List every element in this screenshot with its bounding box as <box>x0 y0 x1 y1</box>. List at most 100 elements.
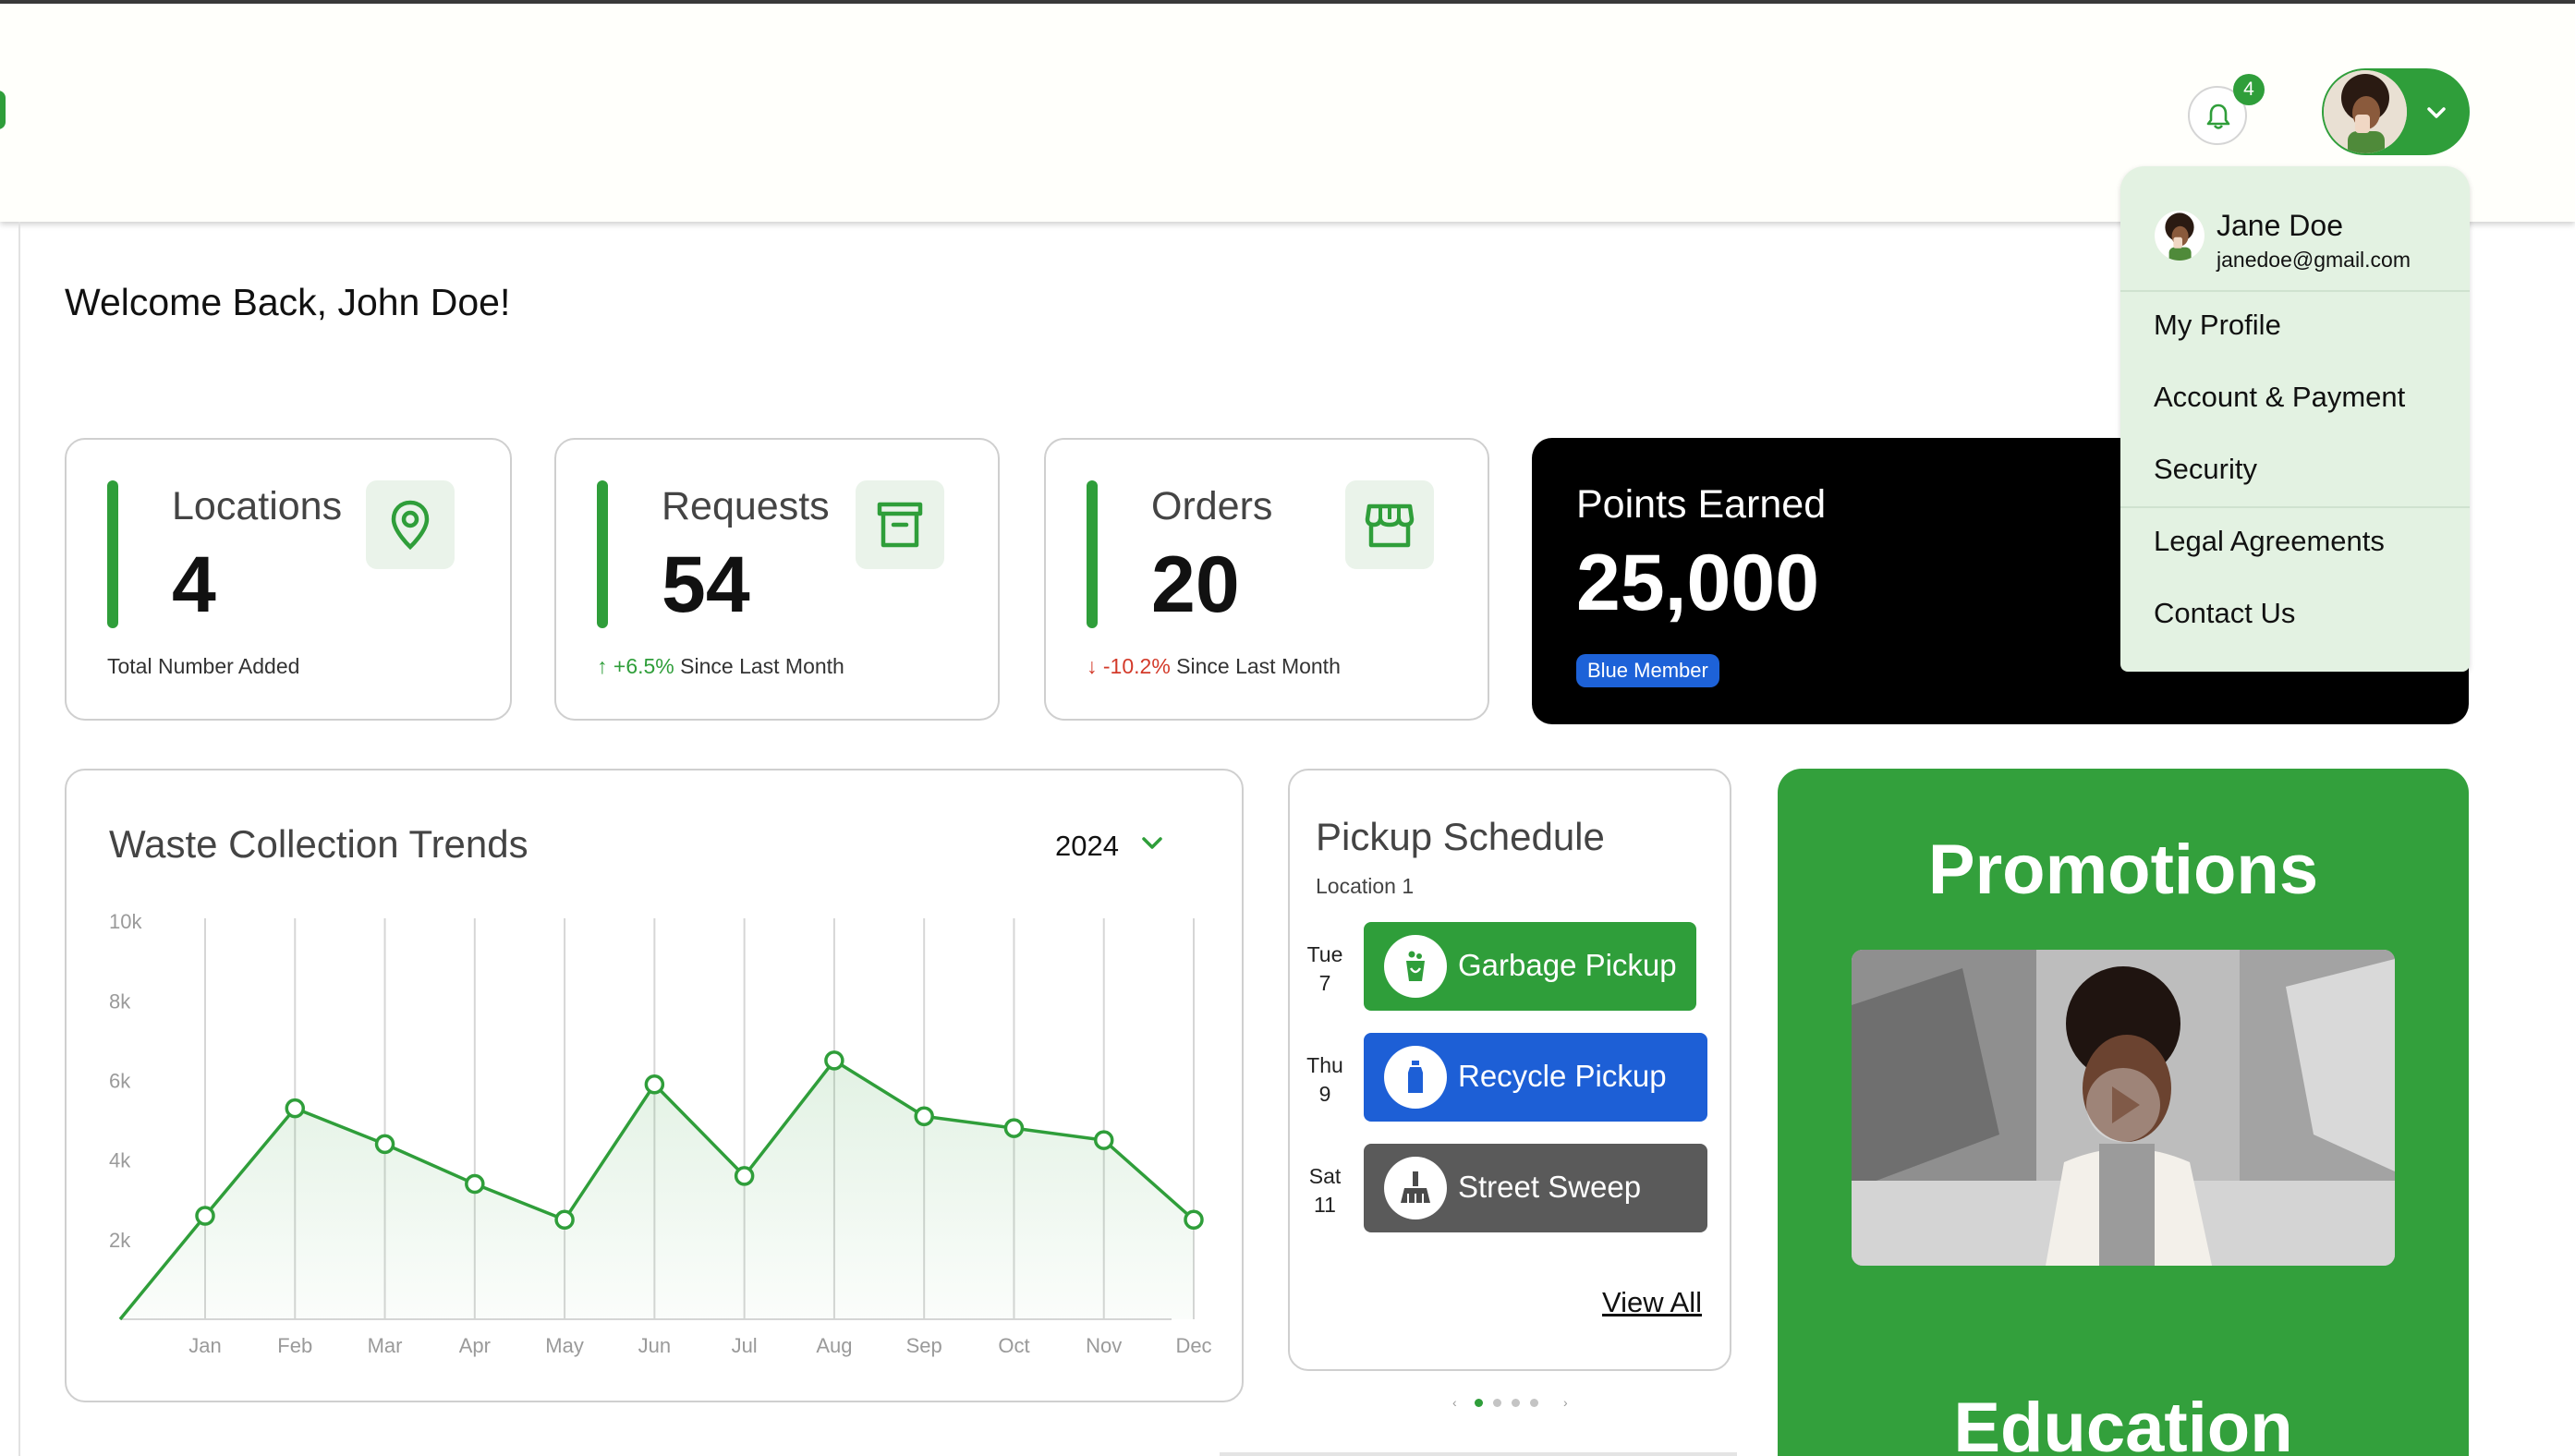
y-tick-label: 6k <box>109 1069 131 1092</box>
schedule-date: Sat 11 <box>1308 1164 1342 1217</box>
data-point <box>1184 1209 1204 1231</box>
x-tick-label: Apr <box>459 1334 491 1357</box>
change-label: Since Last Month <box>680 654 844 678</box>
y-tick-label: 2k <box>109 1229 131 1252</box>
x-tick-label: Jul <box>732 1334 758 1357</box>
menu-item-account-payment[interactable]: Account & Payment <box>2154 381 2405 414</box>
street-sweep-button[interactable]: Street Sweep <box>1364 1144 1707 1232</box>
garbage-pickup-button[interactable]: Garbage Pickup <box>1364 922 1696 1011</box>
data-point <box>1003 1118 1025 1138</box>
view-all-link[interactable]: View All <box>1602 1286 1702 1319</box>
schedule-item-label: Street Sweep <box>1458 1170 1642 1204</box>
x-tick-label: Jan <box>188 1334 221 1357</box>
data-point <box>914 1106 934 1126</box>
education-title: Education <box>1953 1389 2293 1456</box>
pickup-schedule-card: Pickup Schedule Location 1 Tue 7 Garbage … <box>1288 769 1731 1371</box>
locations-card[interactable]: Locations 4 Total Number Added <box>65 438 512 721</box>
card-accent-bar <box>1087 480 1098 628</box>
carousel-dot[interactable] <box>1493 1399 1501 1407</box>
sidebar-divider <box>18 222 20 1456</box>
data-point <box>285 1098 306 1119</box>
orders-card[interactable]: Orders 20 ↓ -10.2% Since Last Month <box>1044 438 1489 721</box>
x-tick-label: May <box>545 1334 584 1357</box>
y-tick-label: 8k <box>109 989 131 1013</box>
waste-trends-card: Waste Collection Trends 2024 2k 4k 6k 8k 10k… <box>65 769 1244 1402</box>
card-footer: ↓ -10.2% Since Last Month <box>1087 654 1341 679</box>
recycle-pickup-button[interactable]: Recycle Pickup <box>1364 1033 1707 1122</box>
chevron-down-icon <box>2427 107 2446 118</box>
garbage-bin-icon <box>1384 935 1447 998</box>
waste-trends-chart: 2k 4k 6k 8k 10k Jan Feb Mar Apr May Jun Jul Aug Sep Oc… <box>109 910 1212 1357</box>
schedule-item-label: Garbage Pickup <box>1458 948 1677 982</box>
x-tick-label: Oct <box>998 1334 1029 1357</box>
data-point <box>734 1166 755 1186</box>
data-point <box>195 1206 215 1226</box>
card-title: Points Earned <box>1576 482 1827 527</box>
card-title: Locations <box>172 484 343 528</box>
arrow-up-icon: ↑ <box>597 654 608 678</box>
data-point <box>644 1074 665 1095</box>
card-footer: Total Number Added <box>107 654 300 678</box>
y-tick-label: 4k <box>109 1149 131 1172</box>
x-tick-label: Feb <box>277 1334 312 1357</box>
carousel-dot[interactable] <box>1512 1399 1520 1407</box>
card-value: 20 <box>1151 540 1240 629</box>
schedule-item-label: Recycle Pickup <box>1458 1059 1667 1093</box>
video-thumbnail <box>1852 950 2395 1266</box>
promo-video[interactable] <box>1852 950 2395 1266</box>
x-tick-label: Aug <box>816 1334 852 1357</box>
schedule-location: Location 1 <box>1316 874 1415 898</box>
schedule-date: Tue 7 <box>1306 942 1343 995</box>
menu-item-security[interactable]: Security <box>2154 453 2257 486</box>
schedule-date: Thu 9 <box>1306 1053 1343 1106</box>
menu-avatar <box>2155 211 2205 261</box>
carousel-next-icon[interactable]: › <box>1563 1395 1568 1410</box>
menu-user-name: Jane Doe <box>2217 209 2343 242</box>
menu-user-email: janedoe@gmail.com <box>2217 248 2411 272</box>
menu-divider <box>2120 506 2470 508</box>
arrow-down-icon: ↓ <box>1087 654 1098 678</box>
card-value: 25,000 <box>1576 539 1820 627</box>
page-title: Welcome Back, John Doe! <box>65 281 511 323</box>
carousel-prev-icon[interactable]: ‹ <box>1452 1395 1457 1410</box>
promotions-panel: Promotions Education <box>1778 769 2469 1456</box>
storefront-icon <box>1345 480 1434 569</box>
card-accent-bar <box>107 480 118 628</box>
card-value: 4 <box>172 540 216 629</box>
data-point <box>824 1050 844 1071</box>
menu-item-my-profile[interactable]: My Profile <box>2154 309 2281 342</box>
data-point <box>554 1209 575 1231</box>
x-tick-label: Sep <box>906 1334 942 1357</box>
requests-card[interactable]: Requests 54 ↑ +6.5% Since Last Month <box>554 438 1000 721</box>
menu-item-legal-agreements[interactable]: Legal Agreements <box>2154 525 2385 558</box>
card-title: Orders <box>1151 484 1273 528</box>
card-title: Requests <box>662 484 830 528</box>
bottom-divider <box>1220 1452 1737 1456</box>
x-tick-label: Jun <box>638 1334 671 1357</box>
y-tick-label: 10k <box>109 910 142 933</box>
change-value: -10.2% <box>1102 654 1171 678</box>
bell-icon <box>2206 103 2230 129</box>
bottle-icon <box>1384 1046 1447 1109</box>
x-tick-label: Mar <box>368 1334 403 1357</box>
data-point <box>465 1173 485 1195</box>
change-value: +6.5% <box>613 654 674 678</box>
avatar[interactable] <box>2324 70 2407 153</box>
x-tick-label: Dec <box>1175 1334 1211 1357</box>
sidebar-toggle[interactable] <box>0 91 6 129</box>
carousel-dot-active[interactable] <box>1475 1399 1483 1407</box>
schedule-title: Pickup Schedule <box>1316 815 1605 858</box>
promotions-title: Promotions <box>1927 831 2319 909</box>
data-point <box>374 1134 395 1155</box>
card-value: 54 <box>662 540 750 629</box>
data-point <box>1093 1130 1114 1150</box>
menu-divider <box>2120 290 2470 292</box>
membership-badge: Blue Member <box>1576 654 1719 687</box>
box-icon <box>856 480 944 569</box>
broom-icon <box>1384 1157 1447 1219</box>
location-pin-icon <box>366 480 455 569</box>
card-footer: ↑ +6.5% Since Last Month <box>597 654 844 679</box>
change-label: Since Last Month <box>1176 654 1341 678</box>
menu-item-contact-us[interactable]: Contact Us <box>2154 597 2295 630</box>
carousel-dot[interactable] <box>1530 1399 1538 1407</box>
